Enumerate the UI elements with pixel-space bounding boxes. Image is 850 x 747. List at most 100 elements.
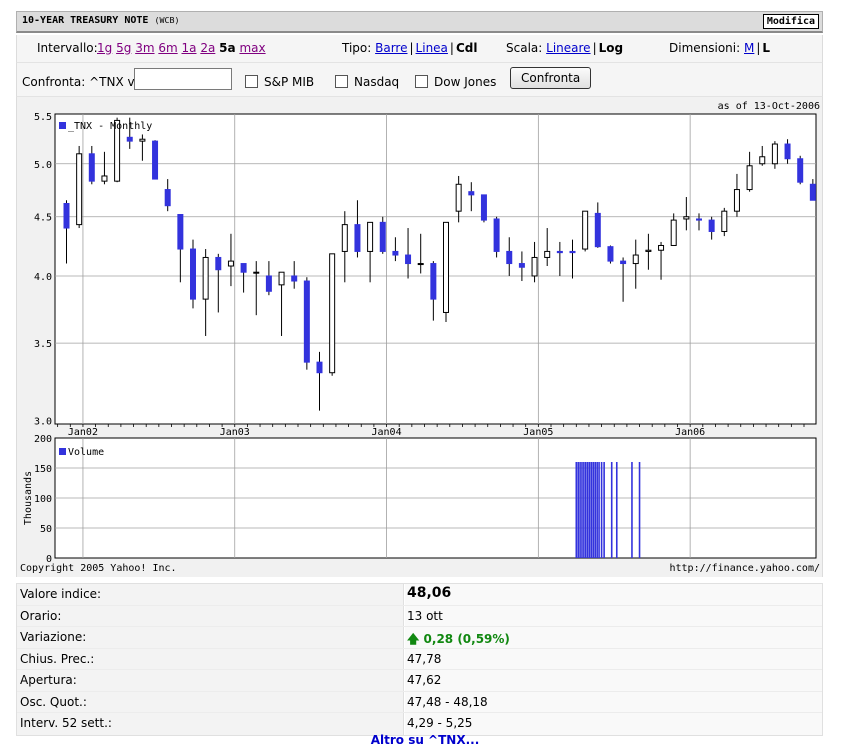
instrument-name: 10-YEAR TREASURY NOTE: [22, 15, 149, 26]
candle-body: [379, 221, 386, 252]
checkbox-nasdaq[interactable]: [335, 75, 348, 88]
candle-body: [493, 218, 500, 252]
range-option-5a: 5a: [219, 41, 236, 55]
scale-group: Scala: Lineare | Log: [506, 41, 623, 55]
volume-legend-label: Volume: [68, 447, 104, 458]
up-arrow-icon: 🡅: [407, 632, 420, 646]
candle-body: [417, 263, 424, 266]
checkbox-dow-jones[interactable]: [415, 75, 428, 88]
candle-body: [645, 249, 652, 252]
table-row: Chius. Prec.: 47,78: [17, 648, 822, 670]
candle-body: [506, 250, 513, 265]
chart-type-group: Tipo: Barre | Linea | Cdl: [342, 41, 477, 55]
candle-body: [632, 254, 639, 265]
candle-body: [594, 212, 601, 248]
candle: [721, 207, 728, 237]
volume-tick-label: 100: [34, 494, 52, 505]
candle-body: [556, 250, 563, 254]
checkbox-sp-mib-label: S&P MIB: [264, 75, 315, 89]
range-option-1g[interactable]: 1g: [97, 41, 112, 55]
candle-body: [569, 250, 576, 254]
candle-body: [101, 175, 108, 182]
range-option-5g[interactable]: 5g: [116, 41, 131, 55]
chart-type-line[interactable]: Linea: [416, 41, 448, 55]
candle-body: [316, 361, 323, 374]
compare-input[interactable]: [134, 68, 232, 90]
candle-body: [291, 275, 298, 282]
price-tick-label: 4.0: [34, 272, 52, 283]
candle-body: [303, 280, 310, 363]
candle-body: [126, 136, 133, 142]
price-tick-label: 3.0: [34, 417, 52, 428]
candle-body: [544, 250, 551, 258]
table-row: Apertura: 47,62: [17, 670, 822, 692]
range-option-3m[interactable]: 3m: [135, 41, 154, 55]
candle: [443, 221, 449, 323]
candle-body: [76, 153, 83, 226]
candle-body: [164, 189, 171, 207]
checkbox-dow-jones-label: Dow Jones: [434, 75, 497, 89]
quote-label: Variazione:: [17, 627, 404, 648]
size-medium[interactable]: M: [744, 41, 754, 55]
size-label: Dimensioni:: [669, 41, 741, 55]
quote-value: 13 ott: [405, 605, 822, 626]
price-volume-chart: as of 13-Oct-2006 5.5 5.0 4.5 4.0 3.5 3.0 200 1…: [20, 101, 820, 574]
compare-button[interactable]: Confronta: [510, 67, 592, 89]
candle-body: [190, 248, 196, 300]
table-row: Variazione: 🡅 0,28 (0,59%): [17, 627, 822, 649]
quote-label: Interv. 52 sett.:: [17, 713, 404, 735]
chart-type-bars[interactable]: Barre: [375, 41, 407, 55]
candle-body: [746, 165, 753, 191]
candle-body: [430, 263, 437, 300]
more-link[interactable]: Altro su ^TNX...: [0, 733, 850, 747]
range-option-2a[interactable]: 2a: [200, 41, 215, 55]
candle-body: [607, 246, 614, 262]
candle-body: [278, 271, 285, 286]
chart-panel: 10-YEAR TREASURY NOTE (WCB) Modifica: [16, 11, 823, 33]
price-tick-label: 4.5: [34, 213, 52, 224]
checkbox-sp-mib[interactable]: [245, 75, 258, 88]
price-tick-label: 3.5: [34, 339, 52, 350]
candle-body: [809, 183, 816, 201]
candle-body: [620, 260, 627, 265]
x-tick-label: Jan04: [371, 427, 401, 438]
candle: [152, 140, 159, 180]
checkbox-nasdaq-label: Nasdaq: [354, 75, 400, 89]
candle: [379, 216, 386, 254]
quote-value: 4,29 - 5,25: [405, 713, 822, 735]
range-option-1a[interactable]: 1a: [182, 41, 197, 55]
price-legend-swatch: [59, 122, 66, 129]
separator: |: [409, 41, 414, 55]
quote-value: 47,78: [405, 648, 822, 669]
quote-value: 48,06: [405, 584, 822, 605]
candle-body: [88, 153, 95, 182]
price-tick-label: 5.0: [34, 160, 52, 171]
candle: [190, 239, 196, 309]
quote-value: 🡅 0,28 (0,59%): [405, 627, 822, 648]
range-options: 1g 5g 3m 6m 1a 2a 5a max: [97, 41, 266, 55]
page-title: 10-YEAR TREASURY NOTE (WCB): [22, 15, 180, 26]
candle-body: [658, 244, 665, 251]
candle-body: [202, 256, 209, 300]
candle-body: [405, 254, 412, 265]
separator: |: [592, 41, 597, 55]
candle-body: [670, 219, 677, 246]
compare-row: Confronta: ^TNX vs S&P MIB Nasdaq Dow Jo…: [16, 63, 823, 97]
candle-body: [480, 194, 487, 221]
candle-body: [240, 263, 247, 273]
candle-body: [215, 256, 222, 271]
quote-table: Valore indice: 48,06 Orario: 13 ott Variaz…: [16, 583, 823, 736]
candle-body: [139, 138, 146, 142]
range-option-6m[interactable]: 6m: [158, 41, 177, 55]
candle-body: [733, 189, 740, 212]
copyright-text: Copyright 2005 Yahoo! Inc.: [20, 563, 177, 574]
edit-button[interactable]: Modifica: [762, 14, 819, 29]
range-option-max[interactable]: max: [239, 41, 265, 55]
candle-body: [531, 256, 538, 277]
volume-legend-swatch: [59, 448, 66, 455]
scale-linear[interactable]: Lineare: [546, 41, 590, 55]
candle-body: [696, 218, 702, 221]
volume-axis-label: Thousands: [23, 471, 34, 525]
table-row: Orario: 13 ott: [17, 605, 822, 627]
scale-label: Scala:: [506, 41, 543, 55]
